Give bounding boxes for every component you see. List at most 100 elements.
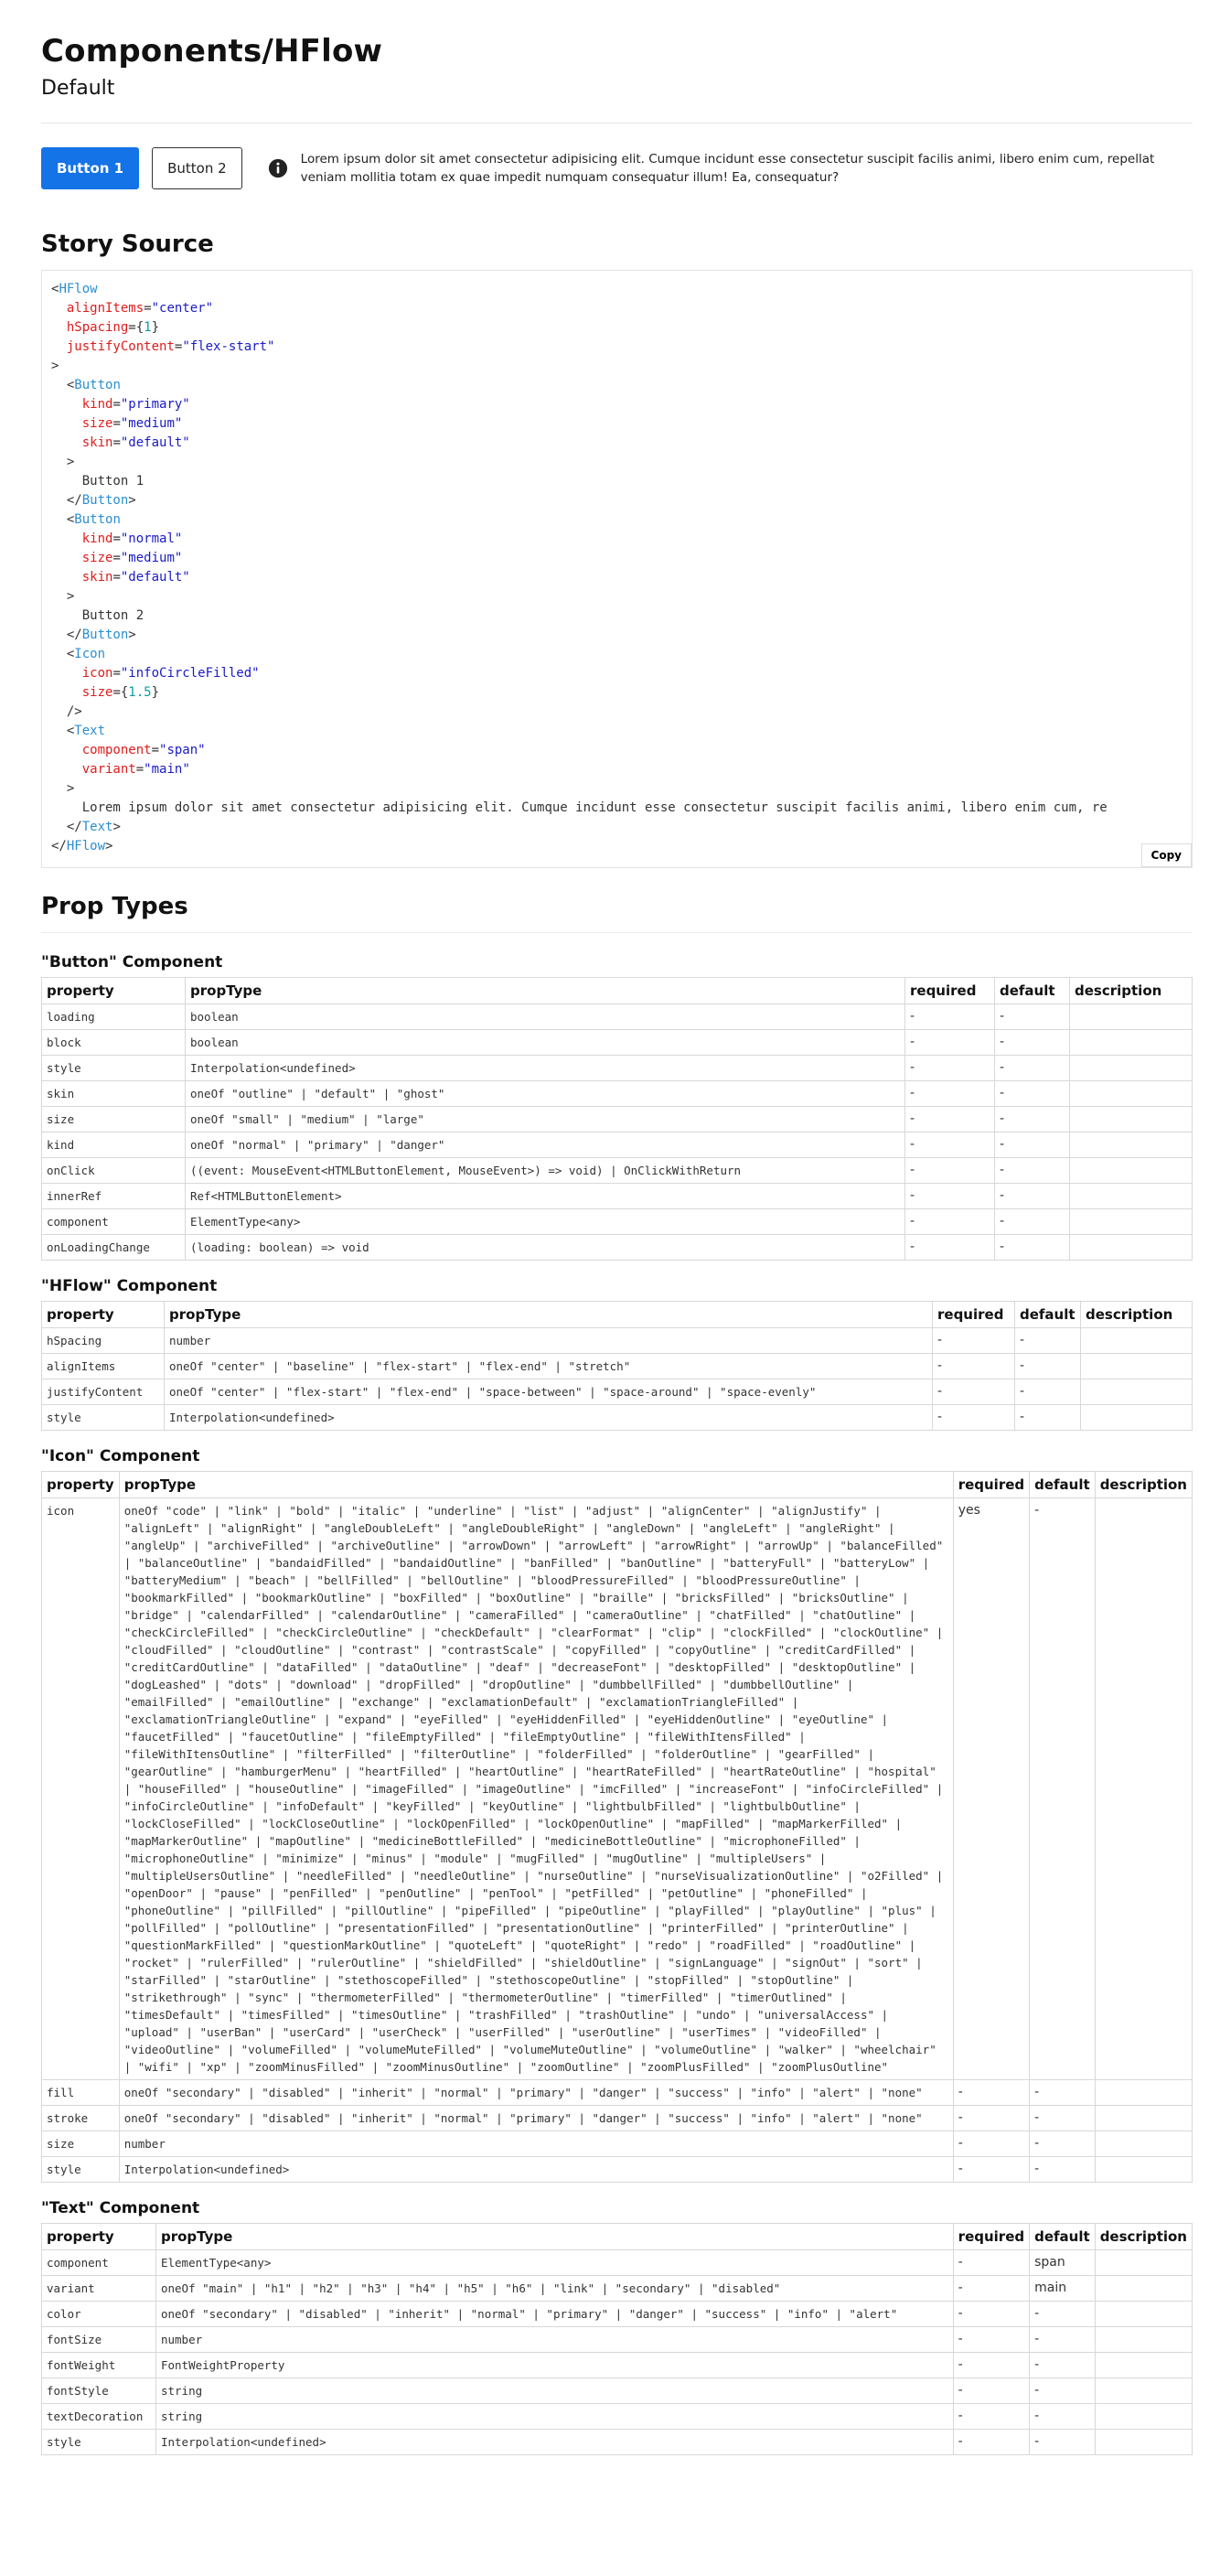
table-row: fontStyle string - -: [41, 2377, 1193, 2404]
prop-description: [1094, 2275, 1193, 2302]
code-line: Button 1: [51, 472, 1183, 491]
table-row: stroke oneOf "secondary" | "disabled" | "…: [41, 2105, 1193, 2131]
code-line: variant="main": [51, 760, 1183, 779]
component-heading: "HFlow" Component: [41, 1277, 218, 1295]
table-row: skin oneOf "outline" | "default" | "ghost…: [41, 1080, 1193, 1107]
prop-default: -: [994, 1080, 1070, 1107]
prop-name: icon: [41, 1497, 120, 2080]
copy-button[interactable]: Copy: [1140, 843, 1192, 867]
code-line: icon="infoCircleFilled": [51, 664, 1183, 683]
prop-description: [1080, 1379, 1193, 1405]
code-token: size: [81, 685, 113, 700]
table-header-row: property propType required default descripti…: [41, 1471, 1193, 1498]
prop-description: [1094, 2249, 1193, 2276]
code-token: alignItems: [66, 301, 144, 316]
code-line: <Text: [51, 722, 1183, 741]
prop-name: style: [41, 1404, 165, 1431]
column-header-default: default: [1029, 1471, 1096, 1498]
code-line: <Button: [51, 510, 1183, 530]
prop-default: -: [1029, 2352, 1096, 2378]
prop-default: -: [994, 1132, 1070, 1158]
code-line: >: [51, 587, 1183, 606]
table-row: alignItems oneOf "center" | "baseline" | …: [41, 1353, 1193, 1379]
button-1[interactable]: Button 1: [41, 147, 140, 189]
prop-default: -: [1029, 2079, 1096, 2106]
prop-description: [1094, 2079, 1193, 2106]
code-token: size: [81, 551, 113, 565]
prop-type: ((event: MouseEvent<HTMLButtonElement, M…: [185, 1157, 905, 1184]
button-2[interactable]: Button 2: [152, 147, 242, 189]
code-line: <Button: [51, 376, 1183, 395]
prop-type: (loading: boolean) => void: [185, 1234, 905, 1261]
code-token: >: [51, 359, 59, 373]
column-header-proptype: propType: [155, 2223, 954, 2250]
table-row: hSpacing number - -: [41, 1327, 1193, 1354]
prop-type: number: [118, 2131, 954, 2157]
code-token: Text: [81, 820, 113, 834]
code-line: Lorem ipsum dolor sit amet consectetur a…: [51, 799, 1183, 818]
prop-type: oneOf "secondary" | "disabled" | "inheri…: [118, 2079, 954, 2106]
code-token: >: [105, 839, 113, 853]
prop-type: string: [155, 2403, 954, 2430]
code-token: =: [112, 435, 121, 450]
table-row: style Interpolation<undefined> - -: [41, 1055, 1193, 1081]
prop-description: [1094, 2105, 1193, 2131]
code-token: "primary": [120, 397, 190, 412]
code-line: kind="primary": [51, 395, 1183, 414]
code-line: alignItems="center": [51, 299, 1183, 318]
code-token: justifyContent: [66, 339, 175, 354]
code-line: size="medium": [51, 414, 1183, 434]
code-token: "medium": [120, 551, 183, 565]
code-token: =: [112, 397, 121, 412]
prop-default: -: [1029, 2105, 1096, 2131]
prop-description: [1069, 1029, 1193, 1056]
code-line: </Button>: [51, 491, 1183, 510]
prop-type: number: [164, 1327, 933, 1354]
prop-required: yes: [952, 1497, 1031, 2080]
table-row: variant oneOf "main" | "h1" | "h2" | "h3"…: [41, 2275, 1193, 2302]
prop-name: component: [41, 1208, 186, 1235]
divider: [41, 932, 1193, 933]
table-row: style Interpolation<undefined> - -: [41, 1404, 1193, 1431]
prop-name: alignItems: [41, 1353, 165, 1379]
prop-description: [1094, 2326, 1193, 2353]
column-header-required: required: [904, 977, 995, 1004]
code-token: </: [66, 493, 82, 508]
prop-required: -: [952, 2352, 1031, 2378]
code-token: </: [66, 628, 82, 642]
prop-description: [1069, 1132, 1193, 1158]
prop-required: -: [952, 2403, 1031, 2430]
column-header-proptype: propType: [118, 1471, 954, 1498]
code-token: HFlow: [59, 282, 98, 296]
source-code: <HFlow alignItems="center" hSpacing={1} …: [51, 280, 1183, 856]
code-token: =: [151, 743, 160, 757]
code-token: =: [135, 762, 144, 777]
code-token: >: [112, 820, 121, 834]
prop-description: [1094, 2403, 1193, 2430]
column-header-required: required: [932, 1301, 1015, 1328]
prop-name: size: [41, 2131, 120, 2157]
code-line: size={1.5}: [51, 683, 1183, 703]
code-token: Button 1: [81, 474, 144, 488]
prop-type: Interpolation<undefined>: [164, 1404, 933, 1431]
code-token: skin: [81, 435, 113, 450]
prop-type: ElementType<any>: [155, 2249, 954, 2276]
column-header-description: description: [1094, 1471, 1193, 1498]
prop-required: -: [952, 2156, 1031, 2183]
prop-type: oneOf "center" | "baseline" | "flex-star…: [164, 1353, 933, 1379]
code-token: 1.5: [128, 685, 152, 700]
prop-required: -: [904, 1208, 995, 1235]
column-header-required: required: [952, 1471, 1031, 1498]
prop-default: -: [1029, 2326, 1096, 2353]
column-header-property: property: [41, 1471, 120, 1498]
code-token: =: [112, 666, 121, 681]
code-line: >: [51, 357, 1183, 376]
